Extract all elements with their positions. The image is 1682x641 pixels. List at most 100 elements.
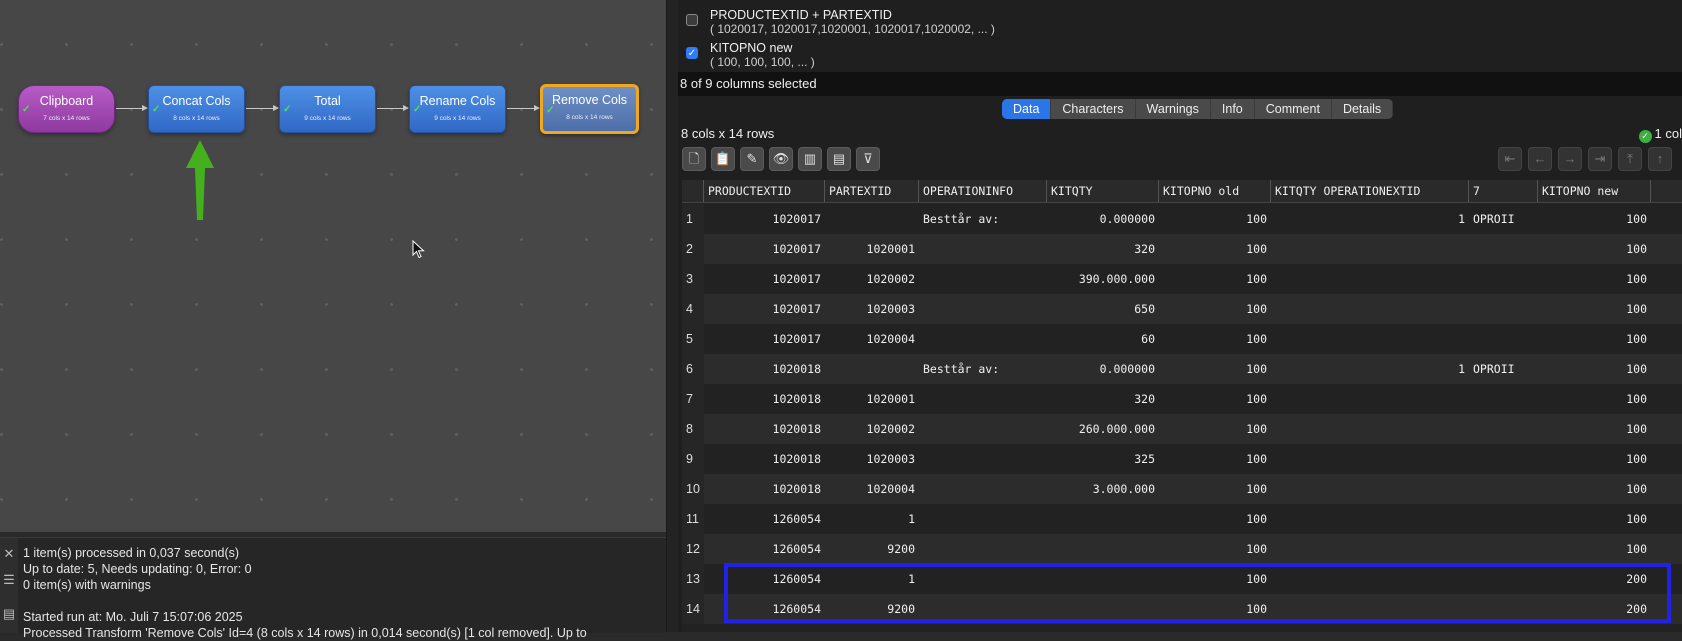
- table-cell[interactable]: 1020018: [704, 354, 825, 384]
- eye-icon[interactable]: 👁: [769, 147, 793, 171]
- column-checkbox-checked[interactable]: ✓: [686, 47, 698, 59]
- new-file-icon[interactable]: 🗋: [682, 147, 706, 171]
- table-cell[interactable]: 100: [1538, 234, 1651, 264]
- header-cell[interactable]: OPERATIONINFO: [919, 180, 1047, 202]
- table-cell[interactable]: 1: [825, 504, 919, 534]
- table-cell[interactable]: 100: [1538, 354, 1651, 384]
- table-cell[interactable]: 100: [1538, 384, 1651, 414]
- table-row[interactable]: 9 1020018 1020003 325 100 100: [682, 444, 1682, 474]
- table-cell[interactable]: 100: [1538, 294, 1651, 324]
- rows-icon[interactable]: ▤: [827, 147, 851, 171]
- table-cell[interactable]: 1020004: [825, 474, 919, 504]
- table-cell[interactable]: [1271, 564, 1469, 594]
- table-cell[interactable]: [1469, 414, 1538, 444]
- table-cell[interactable]: 100: [1159, 204, 1271, 234]
- close-icon[interactable]: ✕: [2, 546, 16, 562]
- table-cell[interactable]: 1260054: [704, 594, 825, 624]
- table-row[interactable]: 7 1020018 1020001 320 100 100: [682, 384, 1682, 414]
- table-cell[interactable]: 650: [1047, 294, 1159, 324]
- header-cell[interactable]: KITQTY: [1047, 180, 1159, 202]
- table-cell[interactable]: 100: [1538, 414, 1651, 444]
- table-cell[interactable]: Besttår av:: [919, 354, 1047, 384]
- table-cell[interactable]: 1: [825, 564, 919, 594]
- node-remove-cols[interactable]: ✓ Remove Cols 8 cols x 14 rows: [540, 84, 639, 134]
- table-cell[interactable]: [1047, 534, 1159, 564]
- header-cell[interactable]: KITOPNO old: [1159, 180, 1271, 202]
- clipboard-icon[interactable]: ▤: [2, 606, 16, 622]
- header-cell[interactable]: KITOPNO new: [1538, 180, 1651, 202]
- prev-icon[interactable]: ←: [1528, 147, 1552, 171]
- table-cell[interactable]: [1271, 384, 1469, 414]
- table-cell[interactable]: 3.000.000: [1047, 474, 1159, 504]
- table-cell[interactable]: 1020002: [825, 264, 919, 294]
- table-row[interactable]: 12 1260054 9200 100 100: [682, 534, 1682, 564]
- list-icon[interactable]: ☰: [2, 572, 16, 588]
- table-row[interactable]: 3 1020017 1020002 390.000.000 100 100: [682, 264, 1682, 294]
- table-cell[interactable]: [919, 324, 1047, 354]
- table-cell[interactable]: 100: [1159, 534, 1271, 564]
- column-checkbox[interactable]: [686, 14, 698, 26]
- table-row[interactable]: 8 1020018 1020002 260.000.000 100 100: [682, 414, 1682, 444]
- table-cell[interactable]: [1271, 534, 1469, 564]
- table-cell[interactable]: [1047, 594, 1159, 624]
- table-cell[interactable]: 1020002: [825, 414, 919, 444]
- table-cell[interactable]: [1469, 384, 1538, 414]
- node-clipboard[interactable]: ✓ Clipboard 7 cols x 14 rows: [18, 85, 115, 133]
- table-cell[interactable]: 1020018: [704, 414, 825, 444]
- table-cell[interactable]: 320: [1047, 384, 1159, 414]
- table-cell[interactable]: [825, 354, 919, 384]
- node-concat-cols[interactable]: ✓ Concat Cols 8 cols x 14 rows: [148, 85, 245, 133]
- table-cell[interactable]: 100: [1538, 204, 1651, 234]
- node-rename-cols[interactable]: ✓ Rename Cols 9 cols x 14 rows: [409, 85, 506, 133]
- table-cell[interactable]: [1047, 564, 1159, 594]
- tab-characters[interactable]: Characters: [1051, 99, 1136, 119]
- table-cell[interactable]: 100: [1159, 354, 1271, 384]
- table-cell[interactable]: [1271, 414, 1469, 444]
- table-cell[interactable]: 1260054: [704, 504, 825, 534]
- table-cell[interactable]: 9200: [825, 534, 919, 564]
- table-cell[interactable]: [1469, 594, 1538, 624]
- header-cell[interactable]: PRODUCTEXTID: [704, 180, 825, 202]
- table-cell[interactable]: 1020004: [825, 324, 919, 354]
- table-cell[interactable]: [919, 504, 1047, 534]
- table-cell[interactable]: 100: [1159, 564, 1271, 594]
- top-icon[interactable]: ⤒: [1618, 147, 1642, 171]
- table-cell[interactable]: 100: [1538, 504, 1651, 534]
- table-cell[interactable]: 0.000000: [1047, 204, 1159, 234]
- table-cell[interactable]: 1: [1271, 204, 1469, 234]
- table-cell[interactable]: [1469, 504, 1538, 534]
- table-cell[interactable]: Besttår av:: [919, 204, 1047, 234]
- table-cell[interactable]: [1469, 294, 1538, 324]
- table-cell[interactable]: 100: [1159, 444, 1271, 474]
- table-cell[interactable]: 100: [1159, 594, 1271, 624]
- workflow-canvas[interactable]: ✓ Clipboard 7 cols x 14 rows ✓ Concat Co…: [0, 0, 666, 532]
- table-cell[interactable]: [1271, 444, 1469, 474]
- table-cell[interactable]: [919, 564, 1047, 594]
- table-row[interactable]: 5 1020017 1020004 60 100 100: [682, 324, 1682, 354]
- table-cell[interactable]: [1271, 474, 1469, 504]
- table-cell[interactable]: 1260054: [704, 564, 825, 594]
- table-cell[interactable]: OPROII: [1469, 354, 1538, 384]
- table-cell[interactable]: [1271, 294, 1469, 324]
- paste-icon[interactable]: 📋: [711, 147, 735, 171]
- header-cell[interactable]: KITQTY OPERATIONEXTID: [1271, 180, 1469, 202]
- table-cell[interactable]: 0.000000: [1047, 354, 1159, 384]
- table-row[interactable]: 10 1020018 1020004 3.000.000 100 100: [682, 474, 1682, 504]
- table-cell[interactable]: 100: [1538, 264, 1651, 294]
- table-cell[interactable]: 390.000.000: [1047, 264, 1159, 294]
- table-cell[interactable]: [919, 444, 1047, 474]
- tab-comment[interactable]: Comment: [1255, 99, 1332, 119]
- table-cell[interactable]: [919, 384, 1047, 414]
- table-cell[interactable]: [919, 234, 1047, 264]
- table-cell[interactable]: 100: [1159, 234, 1271, 264]
- first-icon[interactable]: ⇤: [1498, 147, 1522, 171]
- table-row[interactable]: 6 1020018 Besttår av: 0.000000 100 1 OPROII 100: [682, 354, 1682, 384]
- data-table[interactable]: PRODUCTEXTID PARTEXTID OPERATIONINFO KIT…: [682, 180, 1682, 632]
- table-row[interactable]: 2 1020017 1020001 320 100 100: [682, 234, 1682, 264]
- next-icon[interactable]: →: [1558, 147, 1582, 171]
- table-cell[interactable]: [1469, 474, 1538, 504]
- table-cell[interactable]: [1271, 264, 1469, 294]
- tab-data[interactable]: Data: [1002, 99, 1052, 119]
- table-cell[interactable]: [1271, 324, 1469, 354]
- table-cell[interactable]: 1020017: [704, 324, 825, 354]
